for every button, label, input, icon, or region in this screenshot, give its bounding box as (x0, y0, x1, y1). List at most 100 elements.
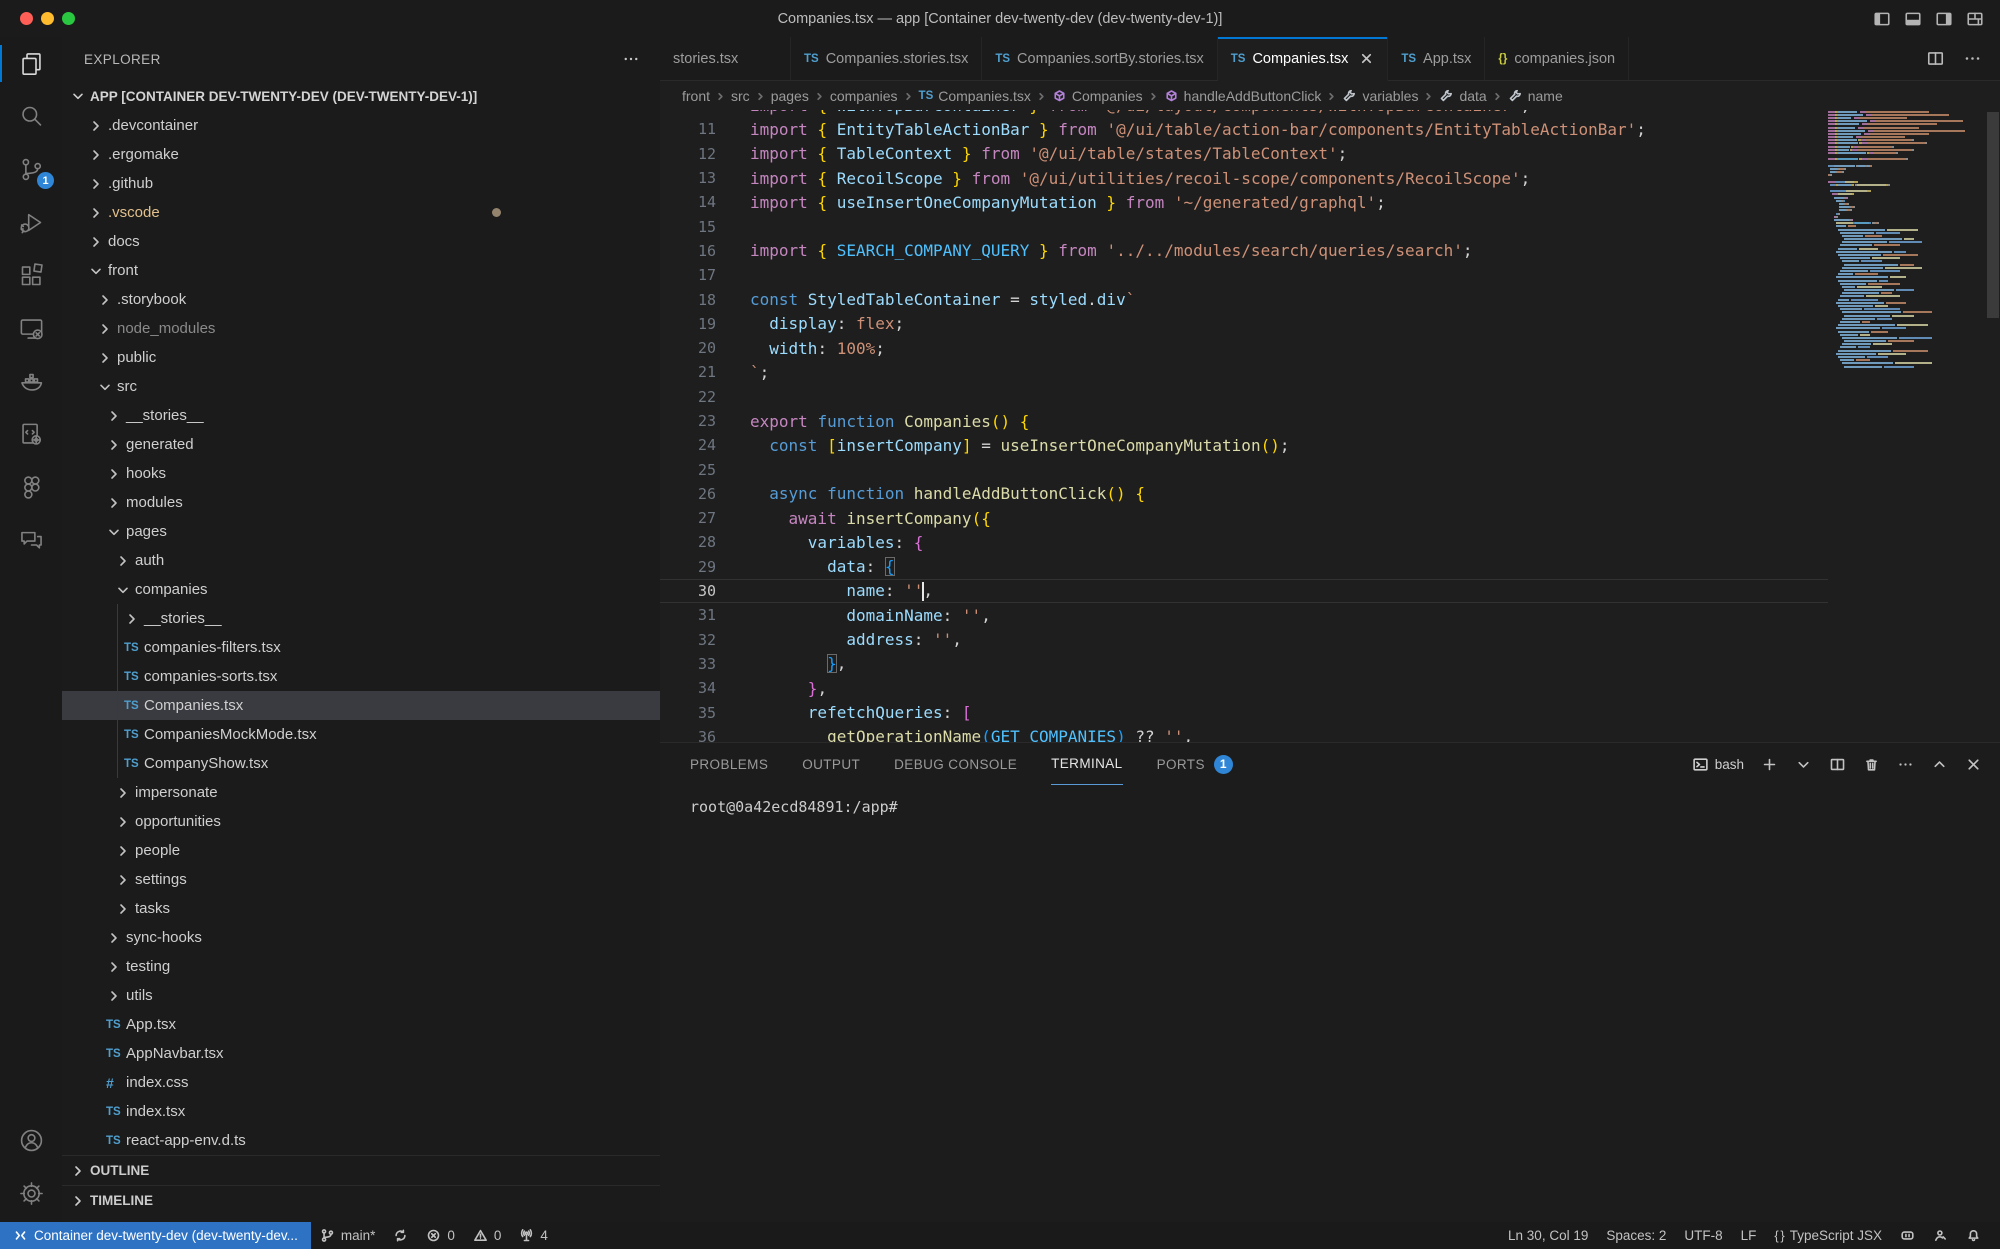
workspace-root-folder[interactable]: APP [CONTAINER DEV-TWENTY-DEV (DEV-TWENT… (62, 81, 660, 111)
code-line-25[interactable]: 25 (660, 457, 1828, 481)
code-line-27[interactable]: 27 await insertCompany({ (660, 506, 1828, 530)
layout-bottom-icon[interactable] (1904, 10, 1922, 28)
status-feedback[interactable] (1924, 1222, 1957, 1249)
tree-item-.vscode[interactable]: .vscode (62, 198, 660, 227)
code-editor[interactable]: 10import { WithTopBarContainer } from '@… (660, 110, 1828, 742)
split-terminal-icon[interactable] (1829, 756, 1846, 773)
panel-tab-debug-console[interactable]: DEBUG CONSOLE (894, 743, 1017, 785)
layout-grid-icon[interactable] (1966, 10, 1984, 28)
code-line-31[interactable]: 31 domainName: '', (660, 603, 1828, 627)
editor-scrollbar[interactable] (1987, 112, 1999, 318)
code-line-32[interactable]: 32 address: '', (660, 628, 1828, 652)
code-line-17[interactable]: 17 (660, 263, 1828, 287)
breadcrumb-front[interactable]: front (682, 88, 710, 104)
terminal-output[interactable]: root@0a42ecd84891:/app# (660, 785, 2000, 816)
terminal-dropdown-icon[interactable] (1795, 756, 1812, 773)
code-line-28[interactable]: 28 variables: { (660, 530, 1828, 554)
code-line-15[interactable]: 15 (660, 214, 1828, 238)
status-notifications[interactable] (1957, 1222, 1990, 1249)
code-line-36[interactable]: 36 getOperationName(GET_COMPANIES) ?? ''… (660, 725, 1828, 742)
status-warnings[interactable]: 0 (464, 1222, 511, 1249)
status-forwarded-ports[interactable]: 4 (510, 1222, 557, 1249)
activity-accounts[interactable] (0, 1114, 62, 1167)
breadcrumb-variables[interactable]: variables (1342, 88, 1418, 104)
sidebar-section-outline[interactable]: OUTLINE (62, 1155, 660, 1185)
code-line-29[interactable]: 29 data: { (660, 555, 1828, 579)
activity-extensions[interactable] (0, 249, 62, 302)
tree-item-people[interactable]: people (62, 836, 660, 865)
code-line-23[interactable]: 23export function Companies() { (660, 409, 1828, 433)
tree-item-.github[interactable]: .github (62, 169, 660, 198)
tree-item-hooks[interactable]: hooks (62, 459, 660, 488)
activity-comments[interactable] (0, 514, 62, 567)
kill-terminal-icon[interactable] (1863, 756, 1880, 773)
breadcrumb-handleAddButtonClick[interactable]: handleAddButtonClick (1164, 88, 1322, 104)
close-panel-icon[interactable] (1965, 756, 1982, 773)
breadcrumb-companies[interactable]: companies (830, 88, 898, 104)
code-line-22[interactable]: 22 (660, 385, 1828, 409)
tree-item-index.tsx[interactable]: TSindex.tsx (62, 1097, 660, 1126)
code-line-16[interactable]: 16import { SEARCH_COMPANY_QUERY } from '… (660, 239, 1828, 263)
panel-tab-terminal[interactable]: TERMINAL (1051, 743, 1122, 785)
status-copilot[interactable] (1891, 1222, 1924, 1249)
panel-tab-ports[interactable]: PORTS 1 (1157, 743, 1233, 785)
code-line-20[interactable]: 20 width: 100%; (660, 336, 1828, 360)
tree-item-__stories__[interactable]: __stories__ (62, 604, 660, 633)
code-line-12[interactable]: 12import { TableContext } from '@/ui/tab… (660, 142, 1828, 166)
tree-item-node_modules[interactable]: node_modules (62, 314, 660, 343)
code-line-35[interactable]: 35 refetchQueries: [ (660, 700, 1828, 724)
tab-Companies.stories.tsx[interactable]: TSCompanies.stories.tsx (791, 37, 982, 80)
tree-item-src[interactable]: src (62, 372, 660, 401)
status-sync[interactable] (384, 1222, 417, 1249)
tree-item-CompaniesMockMode.tsx[interactable]: TSCompaniesMockMode.tsx (62, 720, 660, 749)
tree-item-App.tsx[interactable]: TSApp.tsx (62, 1010, 660, 1039)
tree-item-.ergomake[interactable]: .ergomake (62, 140, 660, 169)
status-errors[interactable]: 0 (417, 1222, 464, 1249)
tree-item-utils[interactable]: utils (62, 981, 660, 1010)
tree-item-public[interactable]: public (62, 343, 660, 372)
activity-search[interactable] (0, 90, 62, 143)
tree-item-react-app-env.d.ts[interactable]: TSreact-app-env.d.ts (62, 1126, 660, 1155)
tree-item-pages[interactable]: pages (62, 517, 660, 546)
activity-codegen[interactable] (0, 408, 62, 461)
new-terminal-icon[interactable] (1761, 756, 1778, 773)
tree-item-Companies.tsx[interactable]: TSCompanies.tsx (62, 691, 660, 720)
tab-Companies.tsx[interactable]: TSCompanies.tsx (1218, 37, 1389, 81)
tree-item-.devcontainer[interactable]: .devcontainer (62, 111, 660, 140)
activity-remote-explorer[interactable] (0, 302, 62, 355)
code-line-18[interactable]: 18const StyledTableContainer = styled.di… (660, 287, 1828, 311)
code-line-21[interactable]: 21`; (660, 360, 1828, 384)
activity-settings[interactable] (0, 1167, 62, 1220)
maximize-panel-icon[interactable] (1931, 756, 1948, 773)
more-actions-icon[interactable] (1897, 756, 1914, 773)
tree-item-companies-sorts.tsx[interactable]: TScompanies-sorts.tsx (62, 662, 660, 691)
explorer-more-actions-icon[interactable] (622, 50, 640, 68)
breadcrumb-src[interactable]: src (731, 88, 750, 104)
tab-companies.json[interactable]: {}companies.json (1485, 37, 1629, 80)
code-line-14[interactable]: 14import { useInsertOneCompanyMutation }… (660, 190, 1828, 214)
status-git-branch[interactable]: main* (311, 1222, 385, 1249)
code-line-11[interactable]: 11import { EntityTableActionBar } from '… (660, 117, 1828, 141)
code-line-26[interactable]: 26 async function handleAddButtonClick()… (660, 482, 1828, 506)
code-line-10[interactable]: 10import { WithTopBarContainer } from '@… (660, 110, 1828, 117)
tree-item-modules[interactable]: modules (62, 488, 660, 517)
tree-item-auth[interactable]: auth (62, 546, 660, 575)
tree-item-AppNavbar.tsx[interactable]: TSAppNavbar.tsx (62, 1039, 660, 1068)
tab-stories.tsx[interactable]: stories.tsx (660, 37, 791, 80)
tree-item-index.css[interactable]: #index.css (62, 1068, 660, 1097)
status-eol[interactable]: LF (1732, 1222, 1766, 1249)
tree-item-settings[interactable]: settings (62, 865, 660, 894)
breadcrumb-name[interactable]: name (1508, 88, 1563, 104)
status-language-mode[interactable]: { } TypeScript JSX (1765, 1222, 1891, 1249)
tree-item-generated[interactable]: generated (62, 430, 660, 459)
tree-item-docs[interactable]: docs (62, 227, 660, 256)
minimap[interactable] (1828, 110, 1980, 742)
panel-tab-problems[interactable]: PROBLEMS (690, 743, 768, 785)
status-cursor-position[interactable]: Ln 30, Col 19 (1499, 1222, 1597, 1249)
sidebar-section-timeline[interactable]: TIMELINE (62, 1185, 660, 1215)
more-actions-icon[interactable] (1963, 49, 1982, 68)
layout-right-icon[interactable] (1935, 10, 1953, 28)
tree-item-__stories__[interactable]: __stories__ (62, 401, 660, 430)
layout-left-icon[interactable] (1873, 10, 1891, 28)
code-line-13[interactable]: 13import { RecoilScope } from '@/ui/util… (660, 166, 1828, 190)
